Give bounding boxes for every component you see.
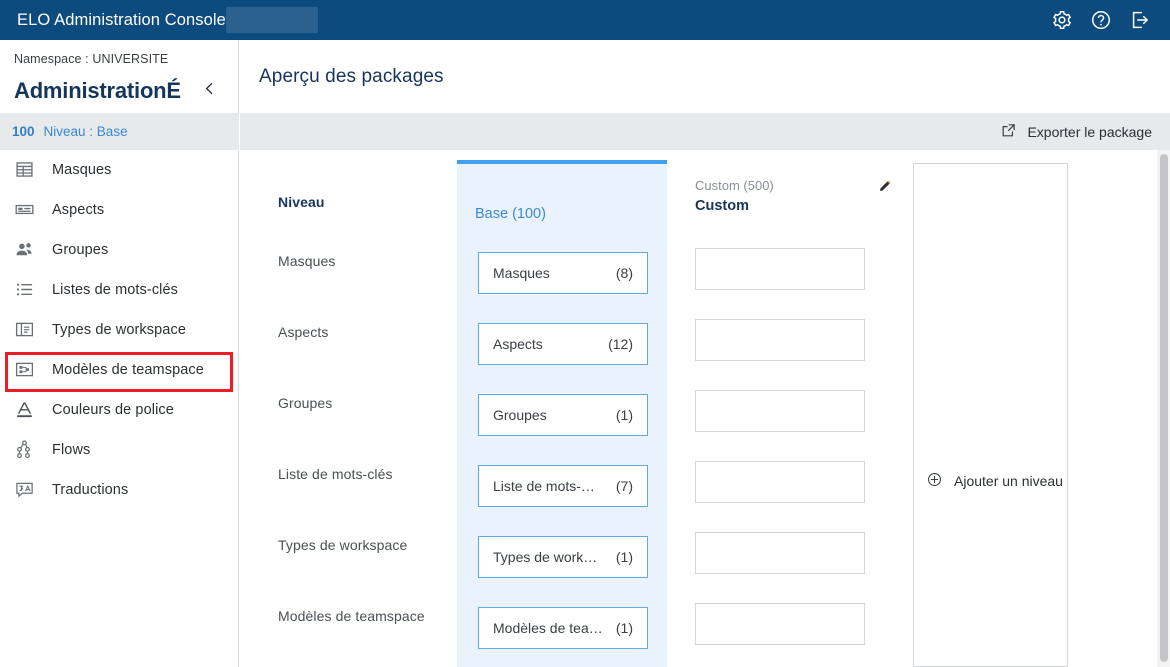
sidebar-item-label: Flows [52,442,91,458]
package-slot-masques[interactable] [695,248,865,290]
package-chip-liste-de-mots-cles[interactable]: Liste de mots-… (7) [478,465,648,507]
sidebar-item-label: Groupes [52,242,109,258]
top-app-bar: ELO Administration Console [0,0,1170,40]
page-title: Aperçu des packages [259,65,444,87]
column-title-base: Base (100) [475,206,546,222]
package-chip-types-de-workspace[interactable]: Types de work… (1) [478,536,648,578]
breadcrumb[interactable]: 100 Niveau : Base [0,113,239,150]
topbar-icon-group [1051,9,1151,31]
action-bar: Exporter le package [240,113,1170,150]
teamspace-icon [14,359,36,381]
pencil-icon[interactable] [877,178,893,199]
row-label-types-de-workspace: Types de workspace [278,537,408,553]
sidebar-item-label: Traductions [52,482,129,498]
bullet-list-icon [14,279,36,301]
sidebar-title: AdministrationÉ [14,78,181,103]
row-label-modeles-de-teamspace: Modèles de teamspace [278,608,425,624]
package-slot-modeles-de-teamspace[interactable] [695,603,865,645]
package-slot-liste-de-mots-cles[interactable] [695,461,865,503]
redacted-block [225,7,318,33]
column-name-custom: Custom [695,198,749,214]
add-level-label: Ajouter un niveau [954,473,1063,489]
chip-name: Aspects [493,336,543,352]
package-chip-masques[interactable]: Masques (8) [478,252,648,294]
add-level-panel[interactable]: Ajouter un niveau [913,163,1068,667]
sidebar-item-label: Listes de mots-clés [52,282,178,298]
export-package-button[interactable]: Exporter le package [994,119,1158,145]
chip-count: (1) [615,620,633,636]
table-grid-icon [14,159,36,181]
chip-name: Liste de mots-… [493,478,595,494]
sidebar-item-traductions[interactable]: Traductions [0,470,239,510]
sidebar-item-label: Aspects [52,202,105,218]
column-meta-custom: Custom (500) [695,178,774,193]
row-label-aspects: Aspects [278,324,329,340]
help-question-icon[interactable] [1090,9,1112,31]
package-chip-groupes[interactable]: Groupes (1) [478,394,648,436]
chip-count: (1) [615,407,633,423]
chevron-left-icon[interactable] [197,78,222,104]
main-content: Aperçu des packages Exporter le package … [240,40,1170,667]
chip-name: Masques [493,265,550,281]
sidebar-item-groupes[interactable]: Groupes [0,230,239,270]
sidebar-item-types-de-workspace[interactable]: Types de workspace [0,310,239,350]
breadcrumb-label: Niveau : Base [43,124,128,139]
sidebar-item-flows[interactable]: Flows [0,430,239,470]
package-slot-aspects[interactable] [695,319,865,361]
package-chip-modeles-de-teamspace[interactable]: Modèles de tea… (1) [478,607,648,649]
sidebar-header: AdministrationÉ [0,66,238,110]
sidebar-item-modeles-de-teamspace[interactable]: Modèles de teamspace [0,350,239,390]
chip-count: (8) [615,265,633,281]
app-title: ELO Administration Console [17,10,226,29]
chip-count: (7) [615,478,633,494]
chip-count: (1) [615,549,633,565]
sidebar: Namespace : UNIVERSITE AdministrationÉ 1… [0,40,239,667]
settings-gear-icon[interactable] [1051,9,1073,31]
sidebar-item-label: Masques [52,162,112,178]
scrollbar-thumb[interactable] [1160,154,1168,662]
translate-icon [14,479,36,501]
sidebar-item-label: Couleurs de police [52,402,174,418]
plus-circle-icon [926,471,943,491]
sidebar-item-listes-de-mots-cles[interactable]: Listes de mots-clés [0,270,239,310]
chip-name: Groupes [493,407,547,423]
row-label-groupes: Groupes [278,395,333,411]
flow-nodes-icon [14,439,36,461]
add-level-button[interactable]: Ajouter un niveau [926,471,1063,491]
row-label-niveau: Niveau [278,194,325,210]
export-package-label: Exporter le package [1027,123,1152,140]
custom-column-header: Custom (500) [695,178,895,199]
chip-name: Modèles de tea… [493,620,603,636]
sidebar-item-label: Types de workspace [52,322,186,338]
sidebar-item-label: Modèles de teamspace [52,362,204,378]
package-slot-types-de-workspace[interactable] [695,532,865,574]
package-slot-groupes[interactable] [695,390,865,432]
package-column-base[interactable]: Base (100) Masques (8) Aspects (12) Grou… [457,160,667,667]
workspace-icon [14,319,36,341]
sidebar-item-masques[interactable]: Masques [0,150,239,190]
sidebar-item-aspects[interactable]: Aspects [0,190,239,230]
chip-count: (12) [608,336,633,352]
users-icon [14,239,36,261]
card-list-icon [14,199,36,221]
application-root: ELO Administration Console Namespace: U… [0,0,1170,667]
font-color-icon [14,399,36,421]
sidebar-item-couleurs-de-police[interactable]: Couleurs de police [0,390,239,430]
breadcrumb-number: 100 [12,124,35,139]
external-link-icon [1000,122,1017,142]
row-label-masques: Masques [278,253,336,269]
vertical-scrollbar[interactable] [1157,150,1170,667]
logout-icon[interactable] [1129,9,1151,31]
packages-board: Niveau Masques Aspects Groupes Liste de … [240,150,1170,667]
namespace-label: Namespace : UNIVERSITE [14,52,169,66]
chip-name: Types de work… [493,549,598,565]
content-header: Aperçu des packages [240,40,1170,113]
package-chip-aspects[interactable]: Aspects (12) [478,323,648,365]
row-label-liste-de-mots-cles: Liste de mots-clés [278,466,393,482]
sidebar-nav-list: Masques Aspects Groupes Listes de mots-c… [0,150,239,510]
